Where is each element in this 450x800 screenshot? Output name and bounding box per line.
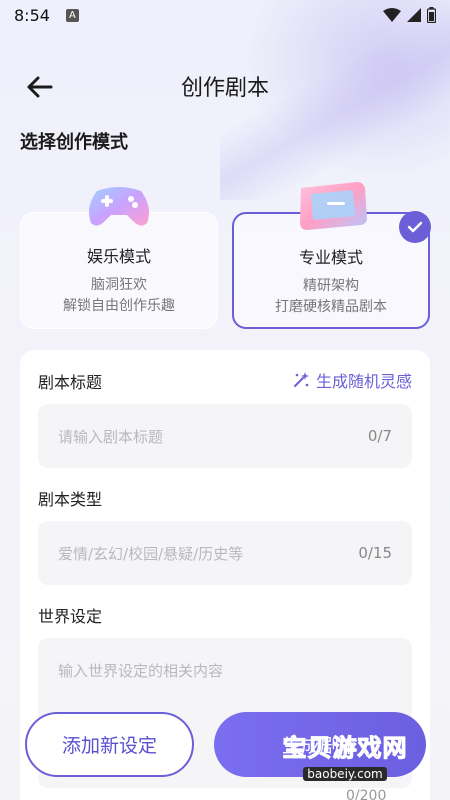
sparkle-wand-icon [293, 372, 309, 387]
type-char-count: 0/15 [358, 544, 392, 562]
status-bar: 8:54 A [0, 0, 450, 30]
notification-icon: A [65, 8, 79, 22]
type-field-label: 剧本类型 [38, 490, 103, 509]
status-time: 8:54 [14, 5, 50, 25]
mode-section-title: 选择创作模式 [20, 132, 128, 153]
world-input-placeholder: 输入世界设定的相关内容 [58, 662, 224, 680]
type-input-placeholder: 爱情/玄幻/校园/悬疑/历史等 [58, 544, 244, 563]
title-field-label: 剧本标题 [38, 373, 103, 392]
world-field-label: 世界设定 [38, 607, 103, 626]
world-char-count: 0/200 [346, 788, 387, 800]
page-title: 创作剧本 [180, 76, 269, 101]
mode-card-professional[interactable]: 专业模式 精研架构 打磨硬核精品剧本 [232, 182, 431, 329]
drawing-tablet-icon [291, 178, 371, 238]
random-inspiration-button[interactable]: 生成随机灵感 [292, 368, 412, 392]
wifi-icon [383, 8, 401, 22]
signal-icon [407, 8, 421, 22]
mode-desc-line1: 精研架构 [303, 278, 359, 294]
battery-icon [427, 7, 436, 23]
mode-name: 专业模式 [298, 248, 363, 267]
status-icons [383, 7, 436, 23]
title-char-count: 0/7 [367, 427, 392, 445]
generate-script-button[interactable]: 生成剧本 [214, 712, 426, 777]
gamepad-icon [83, 177, 155, 237]
arrow-left-icon [27, 76, 53, 98]
check-icon [407, 221, 423, 233]
mode-desc-line2: 解锁自由创作乐趣 [63, 298, 175, 314]
mode-desc-line1: 脑洞狂欢 [91, 277, 147, 293]
title-input-placeholder: 请输入剧本标题 [58, 427, 164, 446]
mode-desc-line2: 打磨硬核精品剧本 [275, 299, 387, 315]
title-input[interactable]: 请输入剧本标题 0/7 [38, 404, 412, 468]
add-setting-button[interactable]: 添加新设定 [25, 712, 194, 777]
type-input[interactable]: 爱情/玄幻/校园/悬疑/历史等 0/15 [38, 521, 412, 585]
mode-name: 娱乐模式 [86, 247, 151, 266]
random-inspiration-label: 生成随机灵感 [315, 372, 412, 391]
mode-card-entertainment[interactable]: 娱乐模式 脑洞狂欢 解锁自由创作乐趣 [20, 187, 218, 329]
selected-check-badge [399, 211, 431, 243]
back-button[interactable] [22, 70, 56, 104]
app-header: 创作剧本 [0, 62, 450, 110]
